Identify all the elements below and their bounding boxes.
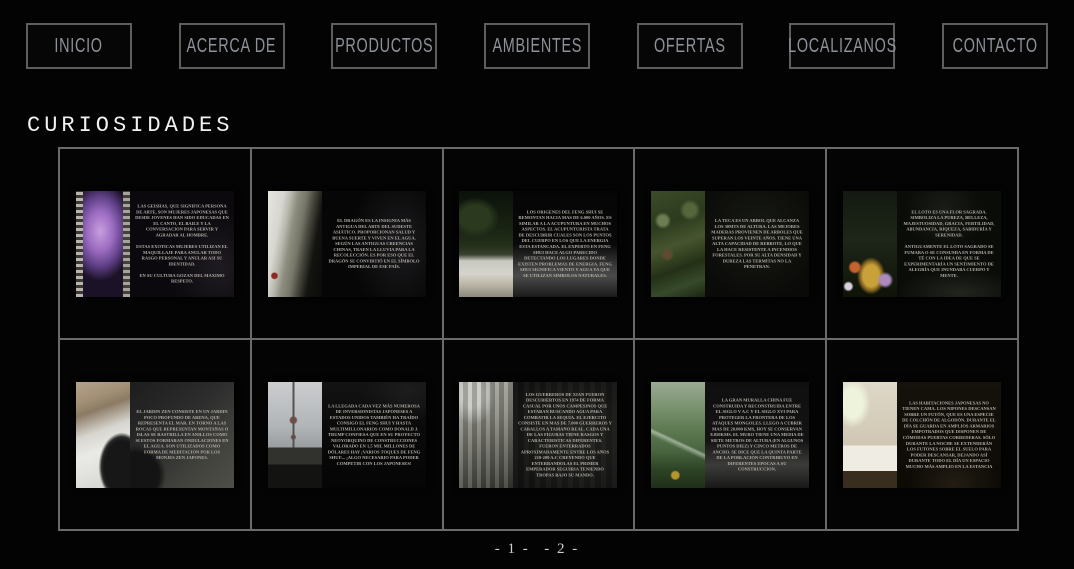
card-text: LA GRAN MURALLA CHINA FUE CONSTRUIDA Y R… — [710, 397, 804, 472]
grid-cell: LAS GEISHAS, QUE SIGNIFICA PERSONA DE AR… — [60, 149, 250, 338]
curiosity-card-dragon: EL DRAGÓN ES LA INSIGNIA MÁS ANTIGUA DEL… — [268, 191, 426, 297]
nav-ofertas[interactable]: OFERTAS — [637, 23, 743, 69]
nav-localizanos-label: LOCALIZANOS — [788, 35, 897, 58]
curiosity-card-geishas: LAS GEISHAS, QUE SIGNIFICA PERSONA DE AR… — [76, 191, 234, 297]
grid-cell: LA TECA ES UN ARBOL QUE ALCANZA LOS 30MT… — [635, 149, 825, 338]
nav-inicio[interactable]: INICIO — [26, 23, 132, 69]
grid-cell: LA LLEGADA CADA VEZ MÁS NUMEROSA DE INVE… — [252, 340, 442, 529]
curiosity-card-loto: EL LOTO ES UNA FLOR SAGRADA. SIMBOLIZA L… — [843, 191, 1001, 297]
card-text-panel: LOS ORIGENES DEL FENG SHUI SE REMONTAN H… — [513, 191, 617, 297]
card-text: EL LOTO ES UNA FLOR SAGRADA. SIMBOLIZA L… — [902, 209, 996, 278]
curiosity-card-jardin-zen: EL JARDIN ZEN CONSISTE EN UN JARDIN POCO… — [76, 382, 234, 488]
pagination: - 1 - - 2 - — [0, 540, 1074, 558]
grid-cell: EL JARDIN ZEN CONSISTE EN UN JARDIN POCO… — [60, 340, 250, 529]
curiosity-card-guerreros-xian: LOS GUERREROS DE XIAN FUERON DESCUBIERTO… — [459, 382, 617, 488]
grid-cell: LOS GUERREROS DE XIAN FUERON DESCUBIERTO… — [444, 340, 634, 529]
nav-ofertas-label: OFERTAS — [654, 35, 726, 58]
jungle-photo — [651, 191, 705, 297]
nav-productos-label: PRODUCTOS — [335, 35, 433, 58]
page-link-2[interactable]: - 2 - — [544, 541, 579, 557]
card-text-panel: LA LLEGADA CADA VEZ MÁS NUMEROSA DE INVE… — [322, 382, 426, 488]
grid-cell: LAS HABITACIONES JAPONESAS NO TIENEN CAM… — [827, 340, 1017, 529]
great-wall-photo — [651, 382, 705, 488]
terracotta-warriors-photo — [459, 382, 513, 488]
card-text-panel: EL DRAGÓN ES LA INSIGNIA MÁS ANTIGUA DEL… — [322, 191, 426, 297]
japanese-bedroom-photo — [843, 382, 897, 488]
nav-ambientes-label: AMBIENTES — [492, 35, 582, 58]
card-text: LOS ORIGENES DEL FENG SHUI SE REMONTAN H… — [518, 209, 612, 278]
card-text: EL DRAGÓN ES LA INSIGNIA MÁS ANTIGUA DEL… — [327, 218, 421, 270]
nav-acerca-de-label: ACERCA DE — [187, 35, 277, 58]
card-text-panel: LA TECA ES UN ARBOL QUE ALCANZA LOS 30MT… — [705, 191, 809, 297]
card-text: EL JARDIN ZEN CONSISTE EN UN JARDIN POCO… — [135, 409, 229, 461]
nav-inicio-label: INICIO — [55, 35, 103, 58]
garden-furniture-photo — [459, 191, 513, 297]
grid-cell: EL DRAGÓN ES LA INSIGNIA MÁS ANTIGUA DEL… — [252, 149, 442, 338]
grid-cell: EL LOTO ES UNA FLOR SAGRADA. SIMBOLIZA L… — [827, 149, 1017, 338]
card-text: LAS GEISHAS, QUE SIGNIFICA PERSONA DE AR… — [135, 203, 229, 284]
card-text-panel: EL JARDIN ZEN CONSISTE EN UN JARDIN POCO… — [130, 382, 234, 488]
grid-cell: LOS ORIGENES DEL FENG SHUI SE REMONTAN H… — [444, 149, 634, 338]
grid-cell: LA GRAN MURALLA CHINA FUE CONSTRUIDA Y R… — [635, 340, 825, 529]
page-link-1[interactable]: - 1 - — [495, 541, 530, 557]
card-text: LOS GUERREROS DE XIAN FUERON DESCUBIERTO… — [518, 391, 612, 477]
card-text-panel: LAS GEISHAS, QUE SIGNIFICA PERSONA DE AR… — [130, 191, 234, 297]
curiosity-card-feng-shui: LOS ORIGENES DEL FENG SHUI SE REMONTAN H… — [459, 191, 617, 297]
main-nav: INICIO ACERCA DE PRODUCTOS AMBIENTES OFE… — [0, 0, 1074, 69]
card-text: LA LLEGADA CADA VEZ MÁS NUMEROSA DE INVE… — [327, 403, 421, 466]
curiosity-card-habitaciones: LAS HABITACIONES JAPONESAS NO TIENEN CAM… — [843, 382, 1001, 488]
card-text-panel: LA GRAN MURALLA CHINA FUE CONSTRUIDA Y R… — [705, 382, 809, 488]
lotus-buddha-photo — [843, 191, 897, 297]
curiosity-card-inversionistas: LA LLEGADA CADA VEZ MÁS NUMEROSA DE INVE… — [268, 382, 426, 488]
asian-statue-photo — [268, 191, 322, 297]
page-title: CURIOSIDADES — [27, 113, 1074, 138]
card-text-panel: EL LOTO ES UNA FLOR SAGRADA. SIMBOLIZA L… — [897, 191, 1001, 297]
nav-contacto[interactable]: CONTACTO — [942, 23, 1048, 69]
nav-contacto-label: CONTACTO — [952, 35, 1037, 58]
geisha-photo — [76, 191, 130, 297]
shanghai-tower-photo — [268, 382, 322, 488]
zen-garden-photo — [76, 382, 130, 488]
nav-ambientes[interactable]: AMBIENTES — [484, 23, 590, 69]
card-text-panel: LOS GUERREROS DE XIAN FUERON DESCUBIERTO… — [513, 382, 617, 488]
curiosity-card-teca: LA TECA ES UN ARBOL QUE ALCANZA LOS 30MT… — [651, 191, 809, 297]
curiosity-card-muralla-china: LA GRAN MURALLA CHINA FUE CONSTRUIDA Y R… — [651, 382, 809, 488]
card-text: LA TECA ES UN ARBOL QUE ALCANZA LOS 30MT… — [710, 218, 804, 270]
nav-acerca-de[interactable]: ACERCA DE — [179, 23, 285, 69]
nav-localizanos[interactable]: LOCALIZANOS — [789, 23, 895, 69]
curiosities-grid: LAS GEISHAS, QUE SIGNIFICA PERSONA DE AR… — [58, 147, 1019, 531]
card-text-panel: LAS HABITACIONES JAPONESAS NO TIENEN CAM… — [897, 382, 1001, 488]
nav-productos[interactable]: PRODUCTOS — [331, 23, 437, 69]
card-text: LAS HABITACIONES JAPONESAS NO TIENEN CAM… — [902, 400, 996, 469]
